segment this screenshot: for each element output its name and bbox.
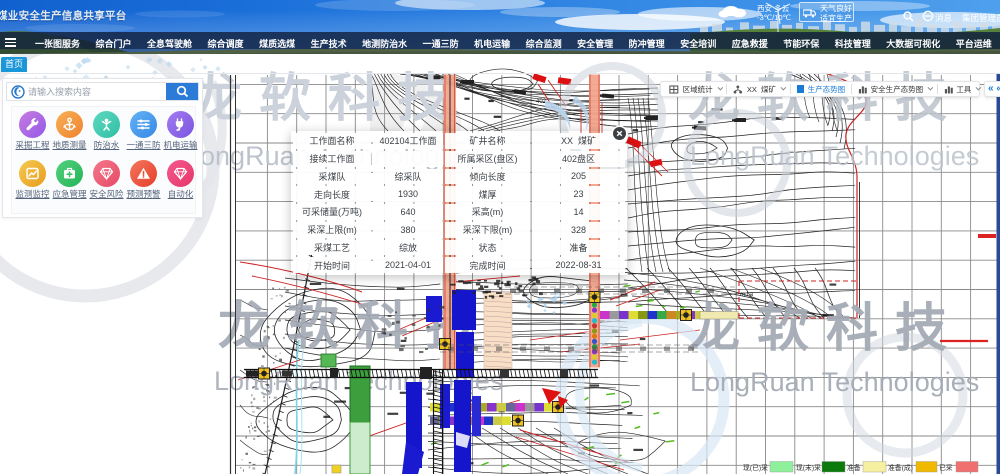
svg-text:已采: 已采: [939, 463, 953, 472]
svg-text:准备: 准备: [847, 463, 861, 472]
svg-text:LongRuan Technologies: LongRuan Technologies: [690, 367, 979, 397]
svg-text:现(未)采: 现(未)采: [796, 463, 821, 472]
svg-text:准备(成): 准备(成): [888, 463, 913, 472]
svg-text:龙软科技: 龙软科技: [688, 300, 964, 358]
svg-text:龙软科技: 龙软科技: [190, 70, 466, 128]
svg-text:LongRuan Technologies: LongRuan Technologies: [690, 141, 979, 171]
svg-text:m.l.a: m.l.a: [740, 292, 754, 298]
svg-text:龙软科技: 龙软科技: [688, 70, 964, 128]
svg-text:现(已)采: 现(已)采: [743, 463, 768, 472]
